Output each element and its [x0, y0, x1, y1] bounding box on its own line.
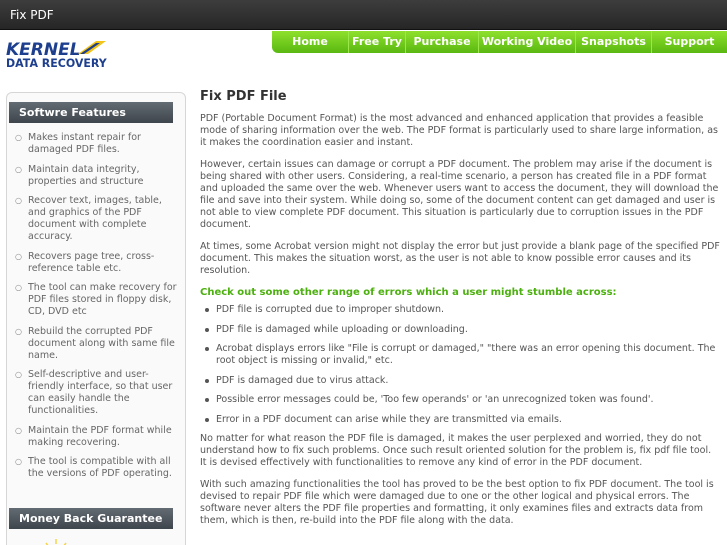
nav-free-try[interactable]: Free Try: [348, 31, 405, 53]
top-bar: Fix PDF: [0, 0, 727, 30]
main-nav: Home Free Try Purchase Working Video Sna…: [272, 31, 727, 53]
sidebar: Softwre Features ○ Makes instant repair f…: [6, 92, 186, 545]
error-item: Error in a PDF document can arise while …: [200, 414, 720, 426]
main-content: Fix PDF File PDF (Portable Document Form…: [200, 89, 720, 537]
intro-paragraph: At times, some Acrobat version might not…: [200, 241, 720, 276]
bullet-dot-icon: [205, 398, 209, 402]
error-item: PDF is damaged due to virus attack.: [200, 375, 720, 387]
error-item: PDF file is damaged while uploading or d…: [200, 324, 720, 336]
logo-swoosh-icon: [78, 41, 106, 54]
feature-item: ○ The tool is compatible with all the ver…: [15, 456, 172, 479]
bullet-dot-icon: [205, 327, 209, 332]
features-list: ○ Makes instant repair for damaged PDF fi…: [7, 132, 185, 488]
features-heading: Softwre Features: [9, 102, 173, 123]
outro-paragraph: No matter for what reason the PDF file i…: [200, 433, 712, 468]
intro-paragraph: PDF (Portable Document Format) is the mo…: [200, 113, 718, 148]
window-title: Fix PDF: [10, 8, 54, 22]
nav-working-video[interactable]: Working Video: [478, 31, 575, 53]
error-item: Possible error messages could be, 'Too f…: [200, 394, 720, 406]
nav-snapshots[interactable]: Snapshots: [575, 31, 651, 53]
bullet-dot-icon: [205, 308, 209, 312]
nav-purchase[interactable]: Purchase: [405, 31, 478, 53]
bullet-dot-icon: [205, 417, 209, 422]
guarantee-heading: Money Back Guarantee: [9, 508, 173, 529]
nav-home[interactable]: Home: [272, 31, 348, 53]
nav-support[interactable]: Support: [651, 31, 727, 53]
error-item: Acrobat displays errors like "File is co…: [200, 343, 720, 367]
page-title: Fix PDF File: [200, 89, 287, 104]
feature-item: ○ The tool can make recovery for PDF file…: [15, 282, 177, 317]
logo-brand-bottom: DATA RECOVERY: [6, 56, 107, 71]
feature-item: ○ Self-descriptive and user-friendly inte…: [15, 369, 173, 416]
feature-item: ○ Rebuild the corrupted PDF document alon…: [15, 325, 175, 361]
guarantee-seal-icon: [45, 539, 67, 545]
feature-item: ○ Recover text, images, table, and graphi…: [15, 195, 162, 242]
feature-item: ○ Recovers page tree, cross-reference tab…: [15, 250, 155, 274]
errors-heading: Check out some other range of errors whi…: [200, 287, 617, 298]
bullet-dot-icon: [205, 378, 209, 383]
intro-paragraph: However, certain issues can damage or co…: [200, 159, 719, 230]
error-item: PDF file is corrupted due to improper sh…: [200, 304, 720, 316]
outro-paragraph: With such amazing functionalities the to…: [200, 479, 714, 526]
bullet-dot-icon: [205, 347, 209, 351]
errors-list: PDF file is corrupted due to improper sh…: [200, 304, 720, 426]
feature-item: ○ Maintain data integrity, properties and…: [15, 163, 144, 187]
company-logo[interactable]: KERNEL DATA RECOVERY: [6, 40, 110, 70]
feature-item: ○ Maintain the PDF format while making re…: [15, 424, 172, 448]
feature-item: ○ Makes instant repair for damaged PDF fi…: [15, 132, 141, 155]
